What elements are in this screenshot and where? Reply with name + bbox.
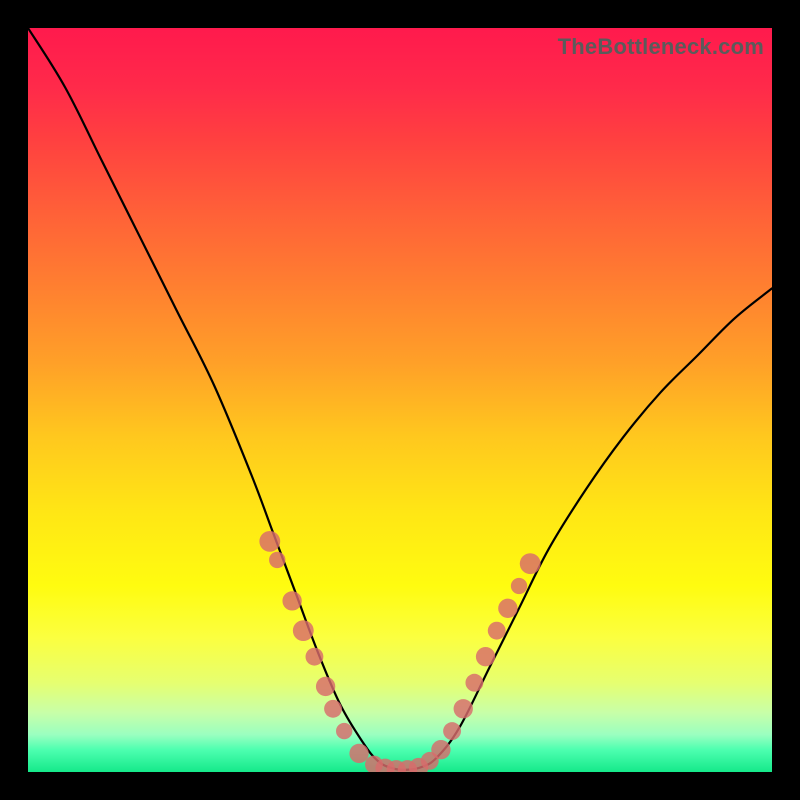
data-point-marker xyxy=(454,699,473,718)
data-point-marker xyxy=(476,647,495,666)
data-point-marker xyxy=(282,591,301,610)
data-point-marker xyxy=(443,722,461,740)
bottleneck-curve-chart xyxy=(28,28,772,772)
data-point-marker xyxy=(498,599,517,618)
data-point-marker xyxy=(259,531,280,552)
data-point-marker xyxy=(488,622,506,640)
data-point-marker xyxy=(293,620,314,641)
data-point-marker xyxy=(511,578,527,594)
bottleneck-curve xyxy=(28,28,772,770)
data-point-marker xyxy=(269,552,285,568)
data-point-marker xyxy=(336,723,352,739)
data-point-marker xyxy=(431,740,450,759)
data-point-marker xyxy=(316,677,335,696)
data-point-marker xyxy=(306,648,324,666)
data-point-marker xyxy=(465,674,483,692)
data-point-marker xyxy=(349,744,368,763)
data-point-marker xyxy=(520,553,541,574)
data-point-marker xyxy=(324,700,342,718)
